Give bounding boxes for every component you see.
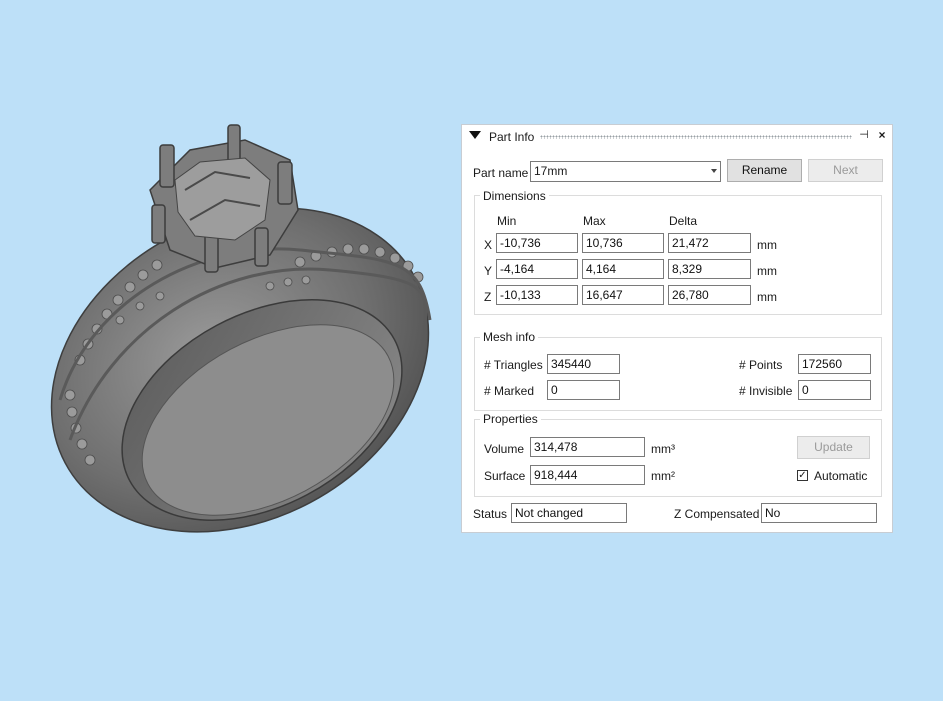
automatic-label: Automatic	[814, 469, 868, 483]
volume-field[interactable]: 314,478	[530, 437, 645, 457]
surface-unit: mm²	[651, 469, 675, 483]
automatic-checkbox[interactable]: ✓	[797, 470, 808, 481]
part-name-value: 17mm	[534, 164, 568, 178]
axis-x-label: X	[484, 238, 493, 252]
invisible-field[interactable]: 0	[798, 380, 871, 400]
axis-y-label: Y	[484, 264, 493, 278]
volume-unit: mm³	[651, 442, 675, 456]
drag-grip[interactable]	[540, 135, 852, 139]
surface-field[interactable]: 918,444	[530, 465, 645, 485]
update-button[interactable]: Update	[797, 436, 870, 459]
dimensions-title: Dimensions	[480, 189, 549, 203]
part-name-dropdown[interactable]: 17mm	[530, 161, 721, 182]
panel-titlebar[interactable]: Part Info ⊣ ×	[462, 125, 892, 147]
marked-label: # Marked	[484, 384, 535, 398]
collapse-arrow-icon[interactable]	[469, 131, 481, 139]
panel-title: Part Info	[489, 130, 535, 144]
x-unit: mm	[757, 238, 777, 252]
rename-button[interactable]: Rename	[727, 159, 802, 182]
properties-title: Properties	[480, 412, 541, 426]
mesh-info-title: Mesh info	[480, 330, 539, 344]
volume-label: Volume	[484, 442, 525, 456]
axis-z-label: Z	[484, 290, 492, 304]
pin-icon[interactable]: ⊣	[858, 128, 870, 142]
x-delta-field[interactable]: 21,472	[668, 233, 751, 253]
y-unit: mm	[757, 264, 777, 278]
next-button[interactable]: Next	[808, 159, 883, 182]
3d-viewport[interactable]	[0, 0, 460, 701]
z-max-field[interactable]: 16,647	[582, 285, 664, 305]
ring-model	[50, 124, 432, 533]
z-min-field[interactable]: -10,133	[496, 285, 578, 305]
y-delta-field[interactable]: 8,329	[668, 259, 751, 279]
y-max-field[interactable]: 4,164	[582, 259, 664, 279]
z-compensated-field[interactable]: No	[761, 503, 877, 523]
close-icon[interactable]: ×	[876, 128, 888, 142]
x-max-field[interactable]: 10,736	[582, 233, 664, 253]
marked-field[interactable]: 0	[547, 380, 620, 400]
triangles-label: # Triangles	[484, 358, 543, 372]
chevron-down-icon	[711, 169, 717, 173]
invisible-label: # Invisible	[739, 384, 793, 398]
col-delta-header: Delta	[669, 214, 698, 228]
part-name-label: Part name	[473, 166, 529, 180]
col-max-header: Max	[583, 214, 606, 228]
status-label: Status	[473, 507, 508, 521]
z-delta-field[interactable]: 26,780	[668, 285, 751, 305]
y-min-field[interactable]: -4,164	[496, 259, 578, 279]
points-field[interactable]: 172560	[798, 354, 871, 374]
points-label: # Points	[739, 358, 783, 372]
triangles-field[interactable]: 345440	[547, 354, 620, 374]
status-field[interactable]: Not changed	[511, 503, 627, 523]
z-compensated-label: Z Compensated	[674, 507, 760, 521]
surface-label: Surface	[484, 469, 526, 483]
x-min-field[interactable]: -10,736	[496, 233, 578, 253]
part-info-panel: Part Info ⊣ × Part name 17mm Rename Next…	[461, 124, 893, 533]
col-min-header: Min	[497, 214, 517, 228]
z-unit: mm	[757, 290, 777, 304]
